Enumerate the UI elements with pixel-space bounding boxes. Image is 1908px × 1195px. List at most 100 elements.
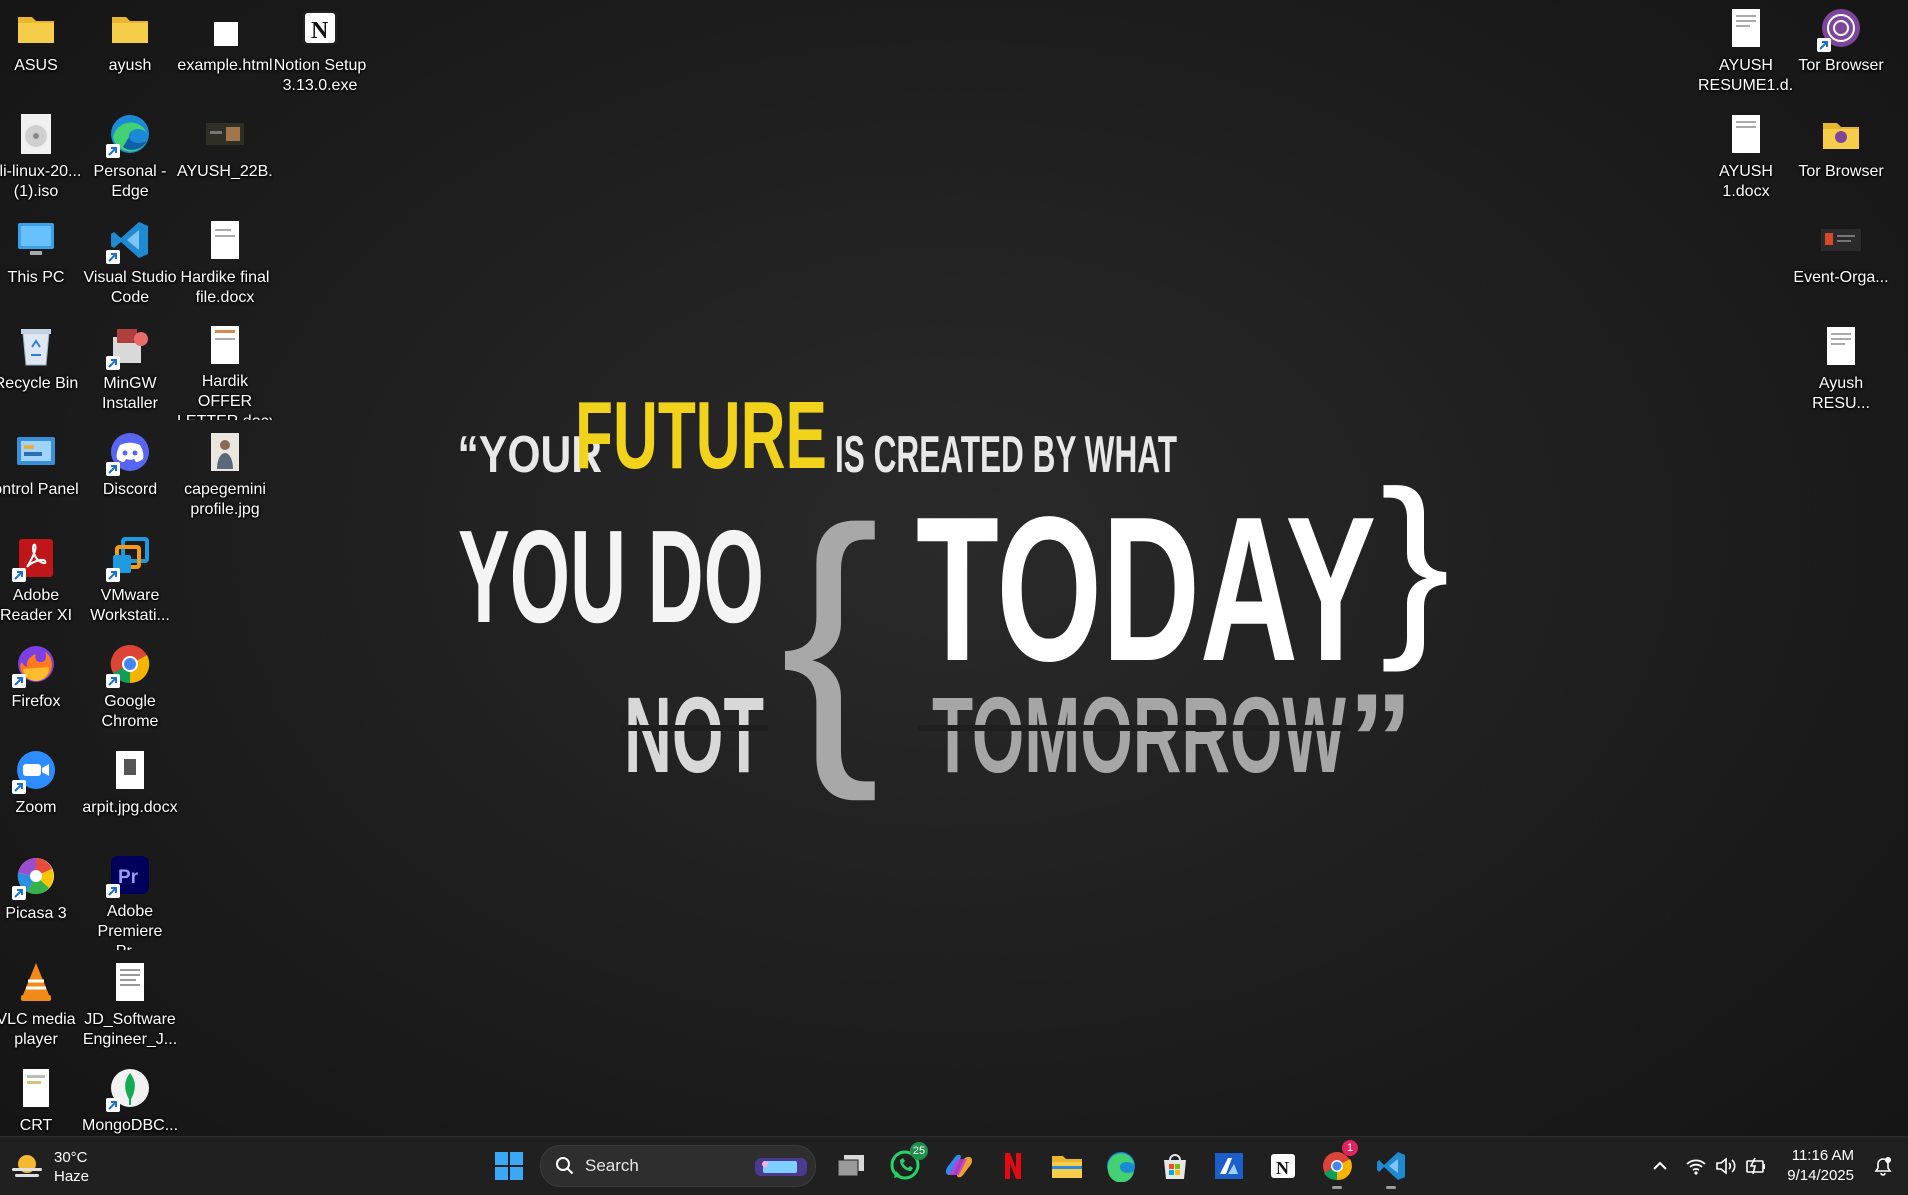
desktop-icon-label: Picasa 3 (5, 905, 67, 922)
notifications-button[interactable] (1868, 1146, 1898, 1186)
taskbar-edge[interactable] (1096, 1142, 1146, 1190)
folder-icon (14, 6, 58, 50)
chrome-icon (106, 642, 152, 688)
desktop-icon-hardike-final[interactable]: Hardike final file.docx (178, 214, 272, 314)
firefox-icon (12, 642, 58, 688)
desktop-icon-vscode[interactable]: Visual Studio Code (83, 214, 177, 314)
taskbar-notion[interactable]: N (1258, 1142, 1308, 1190)
svg-text:Pr: Pr (118, 867, 139, 888)
document-icon (203, 218, 247, 262)
desktop-icon-example-html[interactable]: example.html (177, 2, 273, 102)
acrobat-icon (12, 536, 58, 582)
volume-button[interactable] (1711, 1146, 1741, 1186)
document-icon (14, 1066, 58, 1110)
desktop-icon-kali-iso[interactable]: ali-linux-20... (1).iso (0, 108, 83, 208)
document-icon (1724, 112, 1768, 156)
desktop-icon-ayush-22b[interactable]: AYUSH_22B... (177, 108, 273, 208)
desktop-icon-discord[interactable]: Discord (83, 426, 177, 526)
taskbar-vscode[interactable] (1366, 1142, 1416, 1190)
desktop-icon-label: AYUSH 1.docx (1719, 163, 1773, 200)
desktop-icon-jd-software[interactable]: JD_Software Engineer_J... (83, 956, 177, 1056)
desktop-icon-firefox[interactable]: Firefox (0, 638, 83, 738)
azure-icon (1215, 1153, 1243, 1179)
desktop-icon-tor-browser-folder[interactable]: Tor Browser (1794, 108, 1888, 208)
copilot-icon (946, 1154, 972, 1178)
desktop-icon-notion-setup[interactable]: N Notion Setup 3.13.0.exe (273, 2, 367, 102)
desktop-icon-edge[interactable]: Personal - Edge (83, 108, 177, 208)
desktop-icon-this-pc[interactable]: This PC (0, 214, 83, 314)
premiere-icon: Pr (106, 854, 152, 898)
desktop-icon-ayush-1-docx[interactable]: AYUSH 1.docx (1699, 108, 1793, 208)
taskbar-search[interactable]: Search (540, 1145, 816, 1187)
recycle-bin-icon (14, 324, 58, 368)
desktop-icon-adobe-reader[interactable]: Adobe Reader XI (0, 532, 83, 632)
taskbar-copilot[interactable] (934, 1142, 984, 1190)
chrome-badge: 1 (1342, 1140, 1358, 1156)
search-label: Search (585, 1156, 639, 1175)
document-icon (108, 960, 152, 1004)
desktop-icon-label: AYUSH RESUME1.d... (1698, 57, 1794, 94)
desktop-icon-label: example.html (177, 57, 273, 74)
taskbar-netflix[interactable] (988, 1142, 1038, 1190)
desktop-icon-label: ali-linux-20... (1).iso (0, 163, 82, 200)
desktop-icon-picasa[interactable]: Picasa 3 (0, 850, 83, 950)
desktop-icon-chrome[interactable]: Google Chrome (83, 638, 177, 738)
desktop-icon-vmware[interactable]: VMware Workstati... (83, 532, 177, 632)
vmware-icon (106, 536, 152, 582)
document-icon (1819, 324, 1863, 368)
desktop-icon-label: MongoDBC... (82, 1117, 178, 1134)
desktop-icon-ayush-resume1[interactable]: AYUSH RESUME1.d... (1698, 2, 1794, 102)
desktop-icon-control-panel[interactable]: ontrol Panel (0, 426, 83, 526)
taskbar-azure-tool[interactable] (1204, 1142, 1254, 1190)
taskbar-store[interactable] (1150, 1142, 1200, 1190)
weather-widget[interactable]: 30°C Haze (10, 1145, 140, 1189)
desktop-icon-asus[interactable]: ASUS (0, 2, 83, 102)
desktop-icon-label: Tor Browser (1798, 163, 1884, 180)
taskbar-file-explorer[interactable] (1042, 1142, 1092, 1190)
desktop-icon-hardik-offer[interactable]: Hardik OFFER LETTER.docx (177, 320, 273, 420)
desktop-icon-label: Adobe Reader XI (0, 587, 73, 624)
network-button[interactable] (1681, 1146, 1711, 1186)
desktop-icon-event-orga[interactable]: Event-Orga... (1793, 214, 1889, 314)
image-file-icon (203, 112, 247, 156)
desktop-icon-vlc[interactable]: VLC media player (0, 956, 83, 1056)
desktop-icon-arpit-docx[interactable]: arpit.jpg.docx (82, 744, 178, 844)
zoom-icon (12, 748, 58, 794)
desktop-icon-tor-browser[interactable]: Tor Browser (1794, 2, 1888, 102)
vscode-icon (106, 218, 152, 264)
folder-icon (1819, 112, 1863, 156)
desktop-icon-label: Discord (102, 481, 158, 498)
desktop-icon-label: Event-Orga... (1793, 269, 1889, 286)
desktop-icon-label: JD_Software Engineer_J... (82, 1011, 178, 1048)
clock-time: 11:16 AM (1791, 1147, 1854, 1164)
desktop-icon-label: Zoom (15, 799, 57, 816)
control-panel-icon (14, 430, 58, 474)
desktop: ASUS ali-linux-20... (1).iso This PC Rec… (0, 0, 1908, 1154)
running-indicator (1386, 1186, 1396, 1189)
task-view-button[interactable] (826, 1142, 876, 1190)
start-button[interactable] (484, 1142, 534, 1190)
show-hidden-icons-button[interactable] (1645, 1146, 1675, 1186)
taskbar-whatsapp[interactable]: 25 (880, 1142, 930, 1190)
desktop-icon-ayush-folder[interactable]: ayush (83, 2, 177, 102)
desktop-icon-recycle-bin[interactable]: Recycle Bin (0, 320, 83, 420)
desktop-icon-label: arpit.jpg.docx (82, 799, 178, 816)
svg-text:N: N (1276, 1158, 1289, 1178)
clock-date: 9/14/2025 (1787, 1167, 1854, 1184)
battery-charging-icon (1746, 1157, 1766, 1175)
presentation-icon (1819, 218, 1863, 262)
desktop-icon-capegemini-profile[interactable]: capegemini profile.jpg (178, 426, 272, 526)
taskbar-chrome[interactable]: 1 (1312, 1140, 1362, 1190)
desktop-icon-zoom[interactable]: Zoom (0, 744, 83, 844)
desktop-icon-label: This PC (7, 269, 65, 286)
clock[interactable]: 11:16 AM 9/14/2025 (1787, 1146, 1854, 1186)
battery-button[interactable] (1741, 1146, 1771, 1186)
notion-icon: N (298, 6, 342, 50)
taskbar: 30°C Haze Search 25 N 1 11:16 AM 9/14/20… (0, 1136, 1908, 1195)
desktop-icon-label: Personal - Edge (93, 163, 167, 200)
running-indicator (1332, 1186, 1342, 1189)
desktop-icon-mingw[interactable]: MinGW Installer (83, 320, 177, 420)
weather-condition: Haze (54, 1168, 90, 1185)
desktop-icon-ayush-resu[interactable]: Ayush RESU... (1794, 320, 1888, 420)
desktop-icon-premiere[interactable]: Pr Adobe Premiere Pr... (83, 850, 177, 950)
